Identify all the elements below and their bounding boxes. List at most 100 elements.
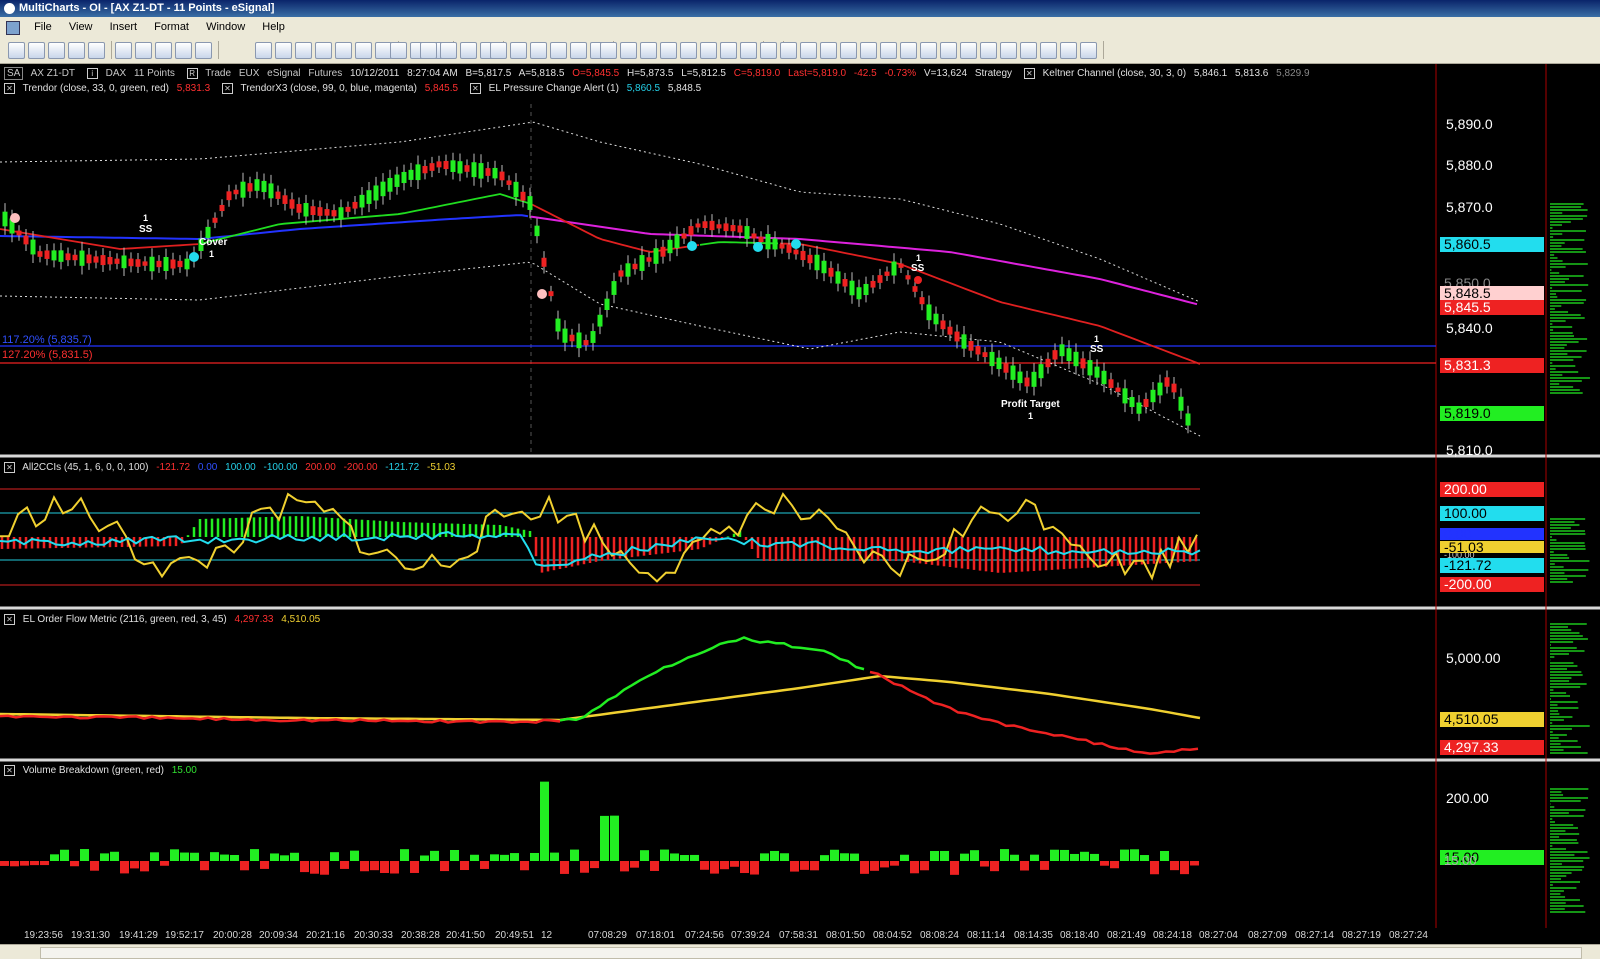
volume-bar-up: [660, 849, 669, 861]
toolbar-button[interactable]: [700, 42, 717, 59]
menu-window[interactable]: Window: [199, 17, 252, 37]
time-axis-label: 08:01:50: [826, 930, 865, 941]
candle-body: [450, 160, 456, 172]
toolbar-button[interactable]: [800, 42, 817, 59]
toolbar-button[interactable]: [550, 42, 567, 59]
toolbar-button[interactable]: [900, 42, 917, 59]
menu-bar: File View Insert Format Window Help: [0, 17, 1600, 37]
resolution-icon[interactable]: R: [186, 68, 198, 79]
toolbar-button[interactable]: [600, 42, 617, 59]
toolbar-button[interactable]: [780, 42, 797, 59]
toolbar-button[interactable]: [1020, 42, 1037, 59]
toolbar-button[interactable]: [840, 42, 857, 59]
candle-body: [548, 291, 554, 297]
toolbar-button[interactable]: [460, 42, 477, 59]
toolbar-button[interactable]: [880, 42, 897, 59]
volume-bar-down: [870, 861, 879, 871]
volume-bar-up: [1030, 854, 1039, 861]
candle-body: [128, 258, 134, 267]
volume-bar-down: [1110, 861, 1119, 869]
volume-bar-down: [590, 861, 599, 869]
volume-bar-down: [580, 861, 589, 873]
candle-body: [968, 341, 974, 351]
scrollbar-thumb[interactable]: [40, 947, 1582, 959]
toolbar-button[interactable]: [155, 42, 172, 59]
toolbar-button[interactable]: [195, 42, 212, 59]
ss-marker-1: SS: [139, 224, 153, 235]
toolbar-button[interactable]: [960, 42, 977, 59]
toolbar-button[interactable]: [68, 42, 85, 59]
toolbar-button[interactable]: [8, 42, 25, 59]
toolbar-button[interactable]: [660, 42, 677, 59]
symbol-box[interactable]: SA: [4, 67, 24, 81]
toolbar-button[interactable]: [530, 42, 547, 59]
volume-bar-up: [820, 855, 829, 861]
pressure-dot-cyan: [791, 239, 801, 249]
trendor-toggle[interactable]: ✕: [4, 83, 15, 94]
cover-marker: Cover: [199, 237, 228, 248]
toolbar-button[interactable]: [680, 42, 697, 59]
toolbar-button[interactable]: [1040, 42, 1057, 59]
volume-toggle[interactable]: ✕: [4, 765, 15, 776]
volume-bar-down: [390, 861, 399, 874]
menu-file[interactable]: File: [27, 17, 59, 37]
menu-help[interactable]: Help: [255, 17, 292, 37]
toolbar-button[interactable]: [420, 42, 437, 59]
el-pressure-toggle[interactable]: ✕: [469, 83, 481, 94]
toolbar-button[interactable]: [255, 42, 272, 59]
toolbar-button[interactable]: [860, 42, 877, 59]
candle-body: [296, 204, 302, 213]
toolbar-button[interactable]: [570, 42, 587, 59]
toolbar-button[interactable]: [940, 42, 957, 59]
toolbar-button[interactable]: [355, 42, 372, 59]
toolbar-button[interactable]: [88, 42, 105, 59]
toolbar-button[interactable]: [1080, 42, 1097, 59]
toolbar-button[interactable]: [135, 42, 152, 59]
keltner-toggle[interactable]: ✕: [1023, 68, 1035, 79]
toolbar-button[interactable]: [640, 42, 657, 59]
order-flow-toggle[interactable]: ✕: [4, 614, 15, 625]
cci-toggle[interactable]: ✕: [4, 462, 15, 473]
toolbar-button[interactable]: [115, 42, 132, 59]
el-pressure-value-2: 5,848.5: [667, 83, 702, 95]
candle-body: [695, 223, 701, 228]
toolbar-button[interactable]: [1000, 42, 1017, 59]
toolbar-button[interactable]: [295, 42, 312, 59]
toolbar-button[interactable]: [335, 42, 352, 59]
toolbar-button[interactable]: [820, 42, 837, 59]
toolbar-button[interactable]: [720, 42, 737, 59]
menu-insert[interactable]: Insert: [103, 17, 145, 37]
toolbar-button[interactable]: [980, 42, 997, 59]
horizontal-scrollbar[interactable]: [0, 944, 1600, 959]
low: L=5,812.5: [681, 68, 726, 80]
toolbar-button[interactable]: [175, 42, 192, 59]
toolbar-button[interactable]: [28, 42, 45, 59]
candle-body: [373, 185, 379, 201]
document-icon[interactable]: [6, 21, 20, 35]
menu-format[interactable]: Format: [147, 17, 196, 37]
toolbar-button[interactable]: [48, 42, 65, 59]
toolbar-button[interactable]: [1060, 42, 1077, 59]
toolbar-button[interactable]: [510, 42, 527, 59]
volume-bar-up: [1060, 849, 1069, 861]
trendorx3-toggle[interactable]: ✕: [221, 83, 233, 94]
menu-view[interactable]: View: [62, 17, 100, 37]
candle-body: [219, 204, 225, 212]
volume-bar-down: [810, 861, 819, 871]
toolbar-button[interactable]: [315, 42, 332, 59]
toolbar-button[interactable]: [490, 42, 507, 59]
chart-info-icon[interactable]: i: [86, 68, 98, 79]
candle-body: [989, 351, 995, 367]
toolbar-button[interactable]: [275, 42, 292, 59]
toolbar-button[interactable]: [760, 42, 777, 59]
toolbar-button[interactable]: [440, 42, 457, 59]
candle-body: [737, 225, 743, 233]
toolbar-button[interactable]: [390, 42, 407, 59]
time-axis-label: 08:24:18: [1153, 930, 1192, 941]
toolbar-button[interactable]: [920, 42, 937, 59]
candle-body: [583, 340, 589, 346]
toolbar-button[interactable]: [620, 42, 637, 59]
chart-area[interactable]: SA AX Z1-DT i DAX 11 Points R Trade EUX …: [0, 64, 1600, 930]
toolbar-button[interactable]: [740, 42, 757, 59]
chart-canvas[interactable]: [0, 64, 1600, 930]
